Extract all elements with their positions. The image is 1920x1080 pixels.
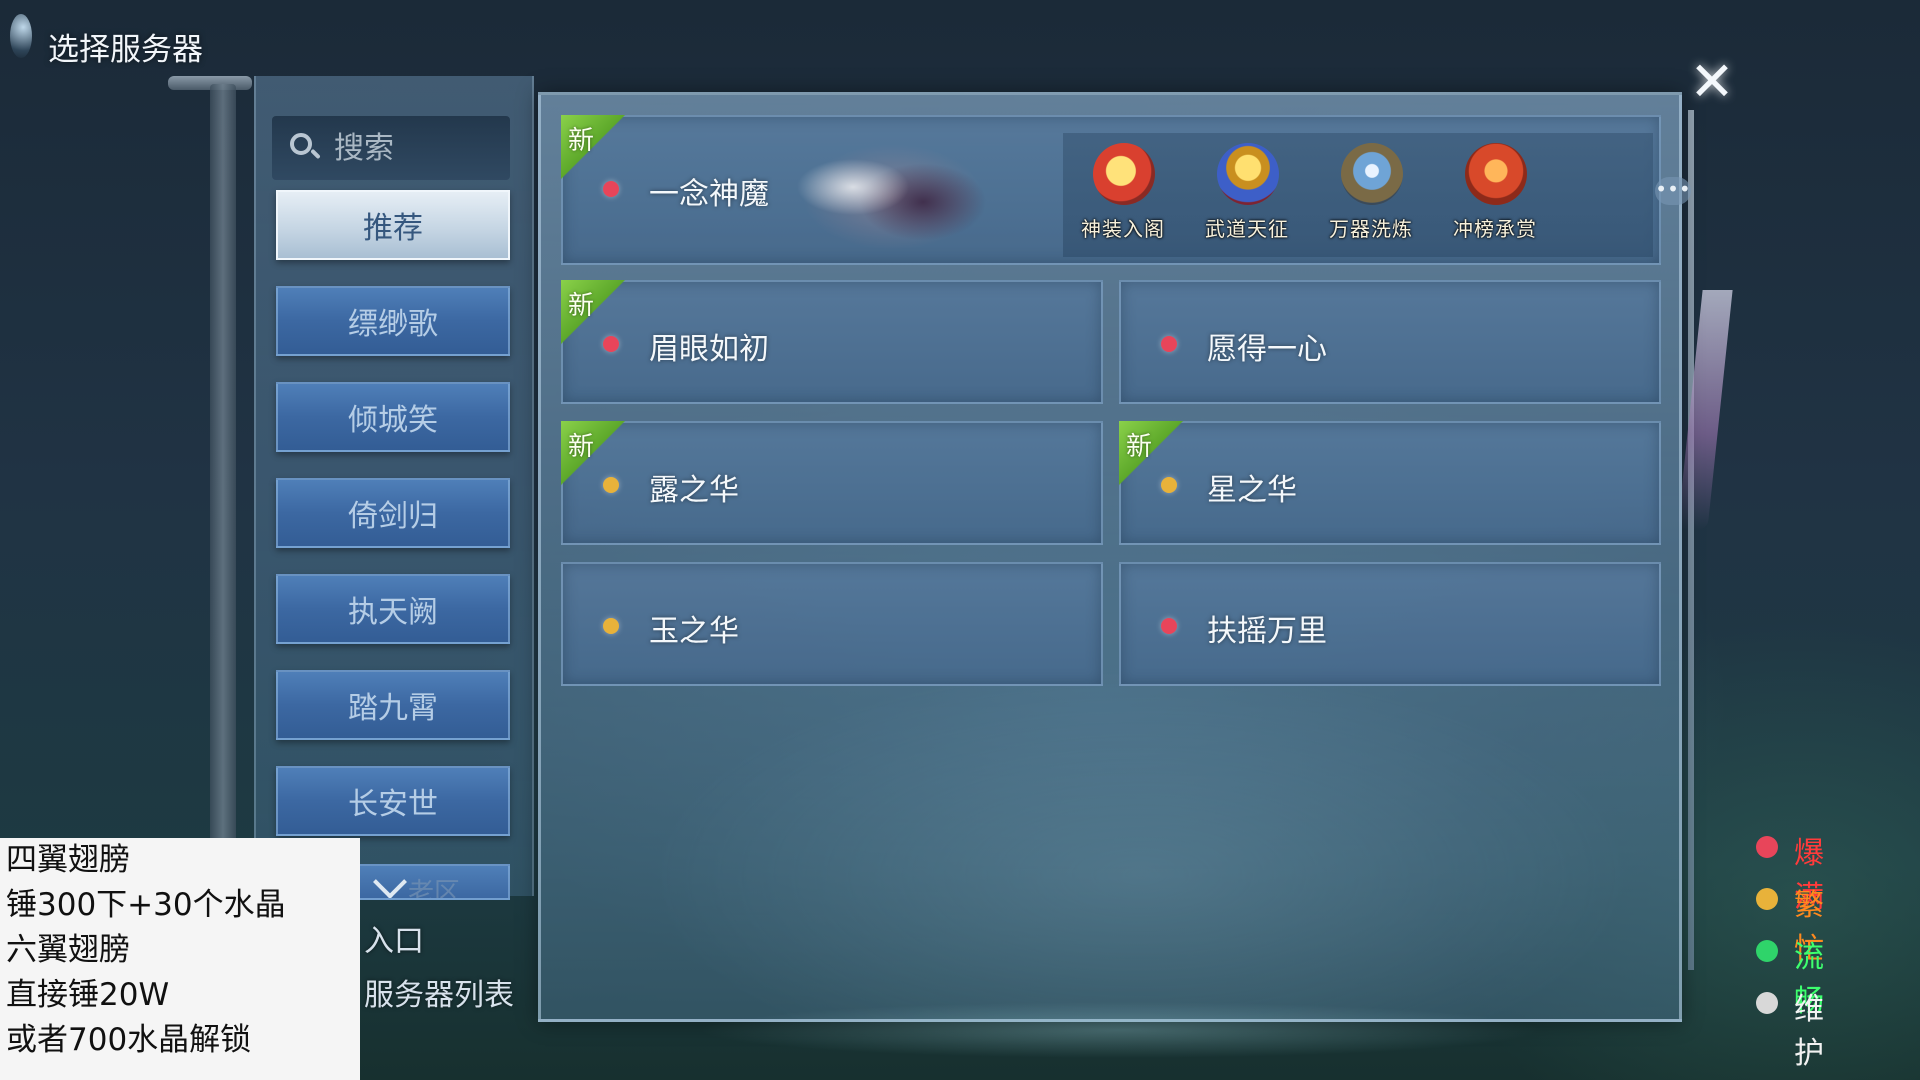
water-glow	[520, 1000, 1700, 1080]
status-dot	[603, 336, 619, 352]
featured-wing-art	[733, 117, 1033, 267]
status-dot	[1161, 477, 1177, 493]
search-input[interactable]	[332, 129, 486, 167]
event-label: 万器洗炼	[1329, 217, 1413, 241]
note-line: 四翼翅膀	[6, 842, 130, 878]
trophy-icon	[1217, 143, 1279, 205]
status-dot	[1161, 336, 1177, 352]
server-name: 露之华	[649, 473, 739, 508]
category-tajiuxiao[interactable]: 踏九霄	[276, 670, 510, 740]
server-card[interactable]: 愿得一心	[1119, 280, 1661, 404]
close-icon[interactable]: ✕	[1686, 55, 1738, 109]
page-title: 选择服务器	[48, 32, 203, 68]
server-name: 扶摇万里	[1207, 614, 1327, 649]
server-card[interactable]: 玉之华	[561, 562, 1103, 686]
category-changanshi[interactable]: 长安世	[276, 766, 510, 836]
tassel-ornament	[1677, 290, 1733, 530]
status-dot	[1756, 888, 1778, 910]
server-card[interactable]: 扶摇万里	[1119, 562, 1661, 686]
more-events-icon[interactable]: •••	[1655, 177, 1691, 205]
category-recommended[interactable]: 推荐	[276, 190, 510, 260]
entrance-link[interactable]: 入口	[364, 916, 424, 960]
status-dot	[1756, 940, 1778, 962]
event-shenzhuang[interactable]: 神装入阁	[1063, 133, 1183, 251]
chevron-down-icon	[373, 866, 407, 898]
status-dot	[1756, 992, 1778, 1014]
coin-emblem-icon	[1093, 143, 1155, 205]
note-line: 直接锤20W	[6, 977, 170, 1013]
legend-label: 维护	[1794, 992, 1824, 1071]
note-line: 六翼翅膀	[6, 932, 130, 968]
new-badge: 新	[561, 280, 627, 346]
title-ornament	[10, 14, 32, 58]
server-card[interactable]: 新 星之华	[1119, 421, 1661, 545]
event-chongbang[interactable]: 冲榜承赏	[1435, 133, 1555, 251]
status-dot	[603, 477, 619, 493]
server-list-link[interactable]: 服务器列表	[364, 970, 514, 1014]
server-name: 眉眼如初	[649, 332, 769, 367]
new-badge: 新	[561, 421, 627, 487]
status-dot	[1161, 618, 1177, 634]
event-wudao[interactable]: 武道天征	[1187, 133, 1307, 251]
scroll-rod	[210, 84, 236, 844]
ranking-banner-icon	[1465, 143, 1527, 205]
event-strip: 神装入阁 武道天征 万器洗炼 冲榜承赏	[1063, 133, 1653, 257]
category-zhitianque[interactable]: 执天阙	[276, 574, 510, 644]
note-line: 锤300下+30个水晶	[6, 887, 286, 923]
event-label: 武道天征	[1205, 217, 1289, 241]
status-dot	[1756, 836, 1778, 858]
search-icon	[290, 133, 320, 163]
search-box[interactable]	[272, 116, 510, 180]
category-yijiangui[interactable]: 倚剑归	[276, 478, 510, 548]
server-panel: 新 一念神魔 神装入阁 武道天征 万器洗炼 冲榜承赏 ••• 新 眉眼如初 愿得…	[538, 92, 1691, 1022]
more-label: 老区	[408, 878, 461, 900]
server-name: 玉之华	[649, 614, 739, 649]
category-piaomiaoge[interactable]: 缥缈歌	[276, 286, 510, 356]
annotation-note: 四翼翅膀 锤300下+30个水晶 六翼翅膀 直接锤20W 或者700水晶解锁	[0, 838, 360, 1080]
status-dot	[603, 618, 619, 634]
event-label: 冲榜承赏	[1453, 217, 1537, 241]
server-name: 星之华	[1207, 473, 1297, 508]
server-card-featured[interactable]: 新 一念神魔 神装入阁 武道天征 万器洗炼 冲榜承赏 •••	[561, 115, 1691, 267]
event-wanqi[interactable]: 万器洗炼	[1311, 133, 1431, 251]
note-line: 或者700水晶解锁	[6, 1022, 252, 1058]
panel-rod	[1688, 110, 1694, 970]
new-badge: 新	[1119, 421, 1185, 487]
server-card[interactable]: 新 眉眼如初	[561, 280, 1103, 404]
status-dot	[603, 181, 619, 197]
event-label: 神装入阁	[1081, 217, 1165, 241]
server-card[interactable]: 新 露之华	[561, 421, 1103, 545]
category-qingchengxiao[interactable]: 倾城笑	[276, 382, 510, 452]
server-name: 愿得一心	[1207, 332, 1327, 367]
new-badge: 新	[561, 115, 627, 181]
server-name: 一念神魔	[649, 177, 769, 212]
weapons-icon	[1341, 143, 1403, 205]
